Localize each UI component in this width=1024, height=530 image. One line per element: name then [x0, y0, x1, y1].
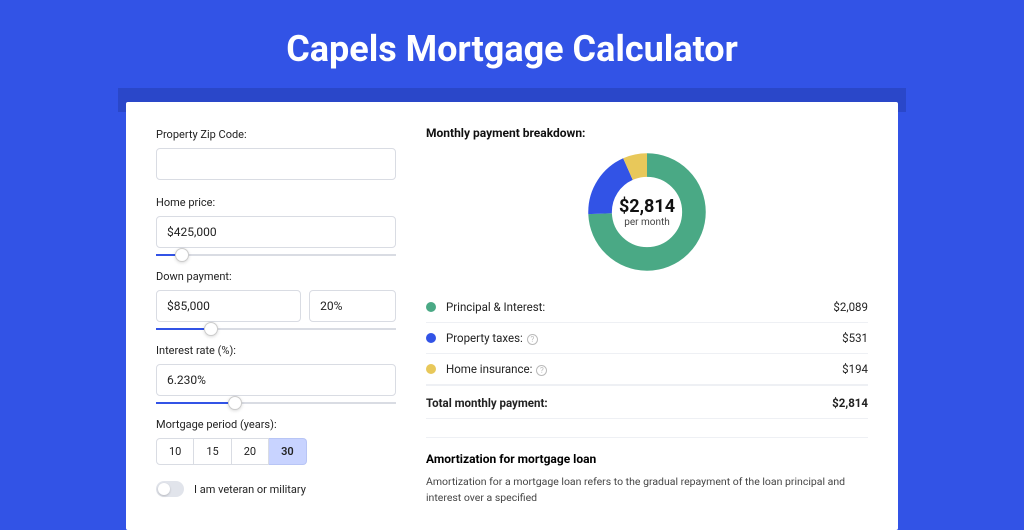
down-payment-input[interactable] [156, 290, 301, 322]
breakdown-label: Principal & Interest: [446, 300, 833, 314]
down-payment-label: Down payment: [156, 270, 396, 283]
breakdown-value: $2,089 [833, 300, 868, 314]
interest-slider[interactable] [156, 402, 396, 404]
zip-label: Property Zip Code: [156, 128, 396, 141]
down-payment-slider[interactable] [156, 328, 396, 330]
page-header: Capels Mortgage Calculator [0, 0, 1024, 88]
dot-insurance-icon [426, 364, 436, 374]
veteran-label: I am veteran or military [194, 483, 306, 496]
period-10-button[interactable]: 10 [156, 438, 194, 465]
period-label: Mortgage period (years): [156, 418, 396, 431]
veteran-toggle[interactable] [156, 481, 184, 497]
breakdown-label: Home insurance:? [446, 362, 842, 376]
down-payment-pct-input[interactable] [309, 290, 396, 322]
period-20-button[interactable]: 20 [232, 438, 269, 465]
breakdown-row-total: Total monthly payment: $2,814 [426, 385, 868, 419]
breakdown-row-insurance: Home insurance:? $194 [426, 354, 868, 385]
donut-center-value: $2,814 [619, 196, 675, 217]
dot-taxes-icon [426, 333, 436, 343]
breakdown-title: Monthly payment breakdown: [426, 126, 868, 140]
amortization-title: Amortization for mortgage loan [426, 452, 868, 466]
donut-chart: $2,814 per month [426, 150, 868, 274]
total-label: Total monthly payment: [426, 396, 832, 410]
period-group: 10 15 20 30 [156, 438, 396, 465]
home-price-slider[interactable] [156, 254, 396, 256]
donut-center-sub: per month [624, 217, 670, 228]
info-icon[interactable]: ? [527, 334, 538, 345]
breakdown-row-taxes: Property taxes:? $531 [426, 323, 868, 354]
total-value: $2,814 [832, 396, 868, 410]
interest-label: Interest rate (%): [156, 344, 396, 357]
calculator-card: Property Zip Code: Home price: Down paym… [126, 102, 898, 530]
zip-input[interactable] [156, 148, 396, 180]
period-15-button[interactable]: 15 [194, 438, 231, 465]
interest-input[interactable] [156, 364, 396, 396]
breakdown-column: Monthly payment breakdown: $2,814 per mo… [426, 126, 868, 506]
breakdown-label: Property taxes:? [446, 331, 842, 345]
form-column: Property Zip Code: Home price: Down paym… [156, 126, 396, 506]
page-title: Capels Mortgage Calculator [0, 28, 1024, 70]
breakdown-value: $194 [842, 362, 868, 376]
breakdown-row-principal: Principal & Interest: $2,089 [426, 292, 868, 323]
dot-principal-icon [426, 302, 436, 312]
divider [426, 437, 868, 438]
amortization-text: Amortization for a mortgage loan refers … [426, 474, 868, 506]
breakdown-value: $531 [842, 331, 868, 345]
period-30-button[interactable]: 30 [269, 438, 307, 465]
home-price-label: Home price: [156, 196, 396, 209]
home-price-input[interactable] [156, 216, 396, 248]
info-icon[interactable]: ? [536, 365, 547, 376]
